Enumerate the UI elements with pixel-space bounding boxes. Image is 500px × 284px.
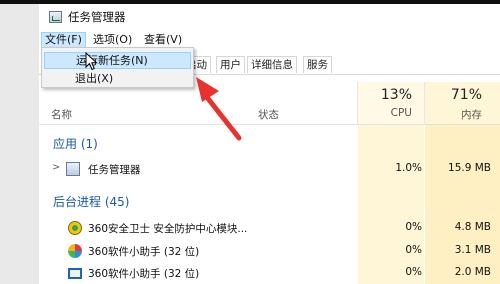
red-arrow-annotation [196, 77, 242, 141]
